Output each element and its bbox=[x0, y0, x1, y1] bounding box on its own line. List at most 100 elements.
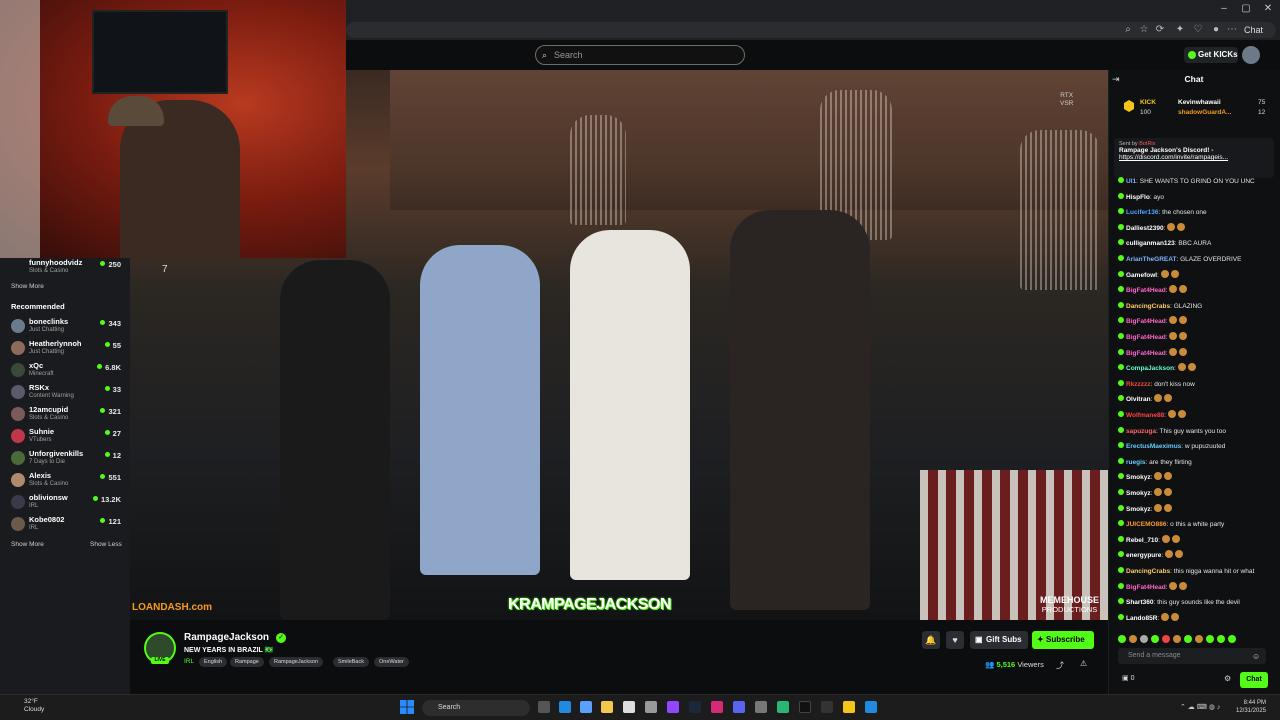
sidebar-item-kobe0802[interactable]: Kobe0802 IRL 121 bbox=[0, 513, 130, 535]
chat-username[interactable]: ruegis bbox=[1126, 459, 1146, 466]
taskbar-search[interactable]: Search bbox=[422, 700, 530, 716]
tag-chip[interactable]: Rampage bbox=[230, 657, 264, 667]
menu-icon[interactable]: ⋯ bbox=[1226, 24, 1238, 36]
close-icon[interactable]: ✕ bbox=[1258, 2, 1278, 16]
chat-username[interactable]: Lucifer136 bbox=[1126, 209, 1159, 216]
gear-icon[interactable]: ⚙ bbox=[1224, 674, 1231, 683]
sidebar-item-12amcupid[interactable]: 12amcupid Slots & Casino 321 bbox=[0, 403, 130, 425]
sidebar-item-unforgivenkills[interactable]: Unforgivenkills 7 Days to Die 12 bbox=[0, 447, 130, 469]
chat-username[interactable]: BigFat4Head bbox=[1126, 584, 1166, 591]
task-view-icon[interactable] bbox=[538, 701, 550, 713]
app-icon[interactable] bbox=[843, 701, 855, 713]
steam-icon[interactable] bbox=[689, 701, 701, 713]
pinned-message[interactable]: Sent by BotRix Rampage Jackson's Discord… bbox=[1114, 138, 1274, 178]
tag-chip[interactable]: OneWater bbox=[374, 657, 409, 667]
maximize-icon[interactable]: ▢ bbox=[1236, 2, 1256, 16]
profile-icon[interactable]: ● bbox=[1210, 24, 1222, 36]
chat-username[interactable]: Rkzzzzz bbox=[1126, 381, 1151, 388]
sidebar-item-following[interactable]: funnyhoodvidz Slots & Casino 250 bbox=[0, 256, 130, 278]
tag-chip[interactable]: RampageJackson bbox=[269, 657, 324, 667]
chat-username[interactable]: Ul1 bbox=[1126, 178, 1136, 185]
emote-icon[interactable] bbox=[1118, 635, 1126, 643]
send-chat-button[interactable]: Chat bbox=[1240, 672, 1268, 688]
emote-bar[interactable] bbox=[1118, 630, 1276, 643]
show-more-link[interactable]: Show More bbox=[11, 283, 44, 290]
show-less-link[interactable]: Show Less bbox=[90, 541, 122, 548]
settings-app-icon[interactable] bbox=[645, 701, 657, 713]
tag-chip[interactable]: SmileBack bbox=[333, 657, 369, 667]
chat-username[interactable]: Smokyz bbox=[1126, 490, 1151, 497]
sidebar-item-heatherlynnoh[interactable]: Heatherlynnoh Just Chatting 55 bbox=[0, 337, 130, 359]
chat-username[interactable]: energypure bbox=[1126, 552, 1161, 559]
chat-username[interactable]: BigFat4Head bbox=[1126, 350, 1166, 357]
emoji-picker-icon[interactable]: ☺ bbox=[1252, 652, 1260, 661]
taskbar-clock[interactable]: 8:44 PM 12/31/2025 bbox=[1236, 699, 1266, 715]
chat-username[interactable]: CompaJackson bbox=[1126, 365, 1174, 372]
copilot-chat-button[interactable]: Chat bbox=[1244, 22, 1278, 38]
chat-username[interactable]: Smokyz bbox=[1126, 474, 1151, 481]
follow-heart-button[interactable]: ♥ bbox=[946, 631, 964, 649]
emote-icon[interactable] bbox=[1140, 635, 1148, 643]
app-icon[interactable] bbox=[821, 701, 833, 713]
emote-icon[interactable] bbox=[1217, 635, 1225, 643]
store-icon[interactable] bbox=[623, 701, 635, 713]
extension-icon[interactable]: ✦ bbox=[1174, 24, 1186, 36]
chat-username[interactable]: DancingCrabs bbox=[1126, 303, 1170, 310]
discord-icon[interactable] bbox=[733, 701, 745, 713]
emote-icon[interactable] bbox=[1206, 635, 1214, 643]
app-icon[interactable] bbox=[777, 701, 789, 713]
user-avatar[interactable] bbox=[1242, 46, 1260, 64]
refresh-icon[interactable]: ⟳ bbox=[1154, 24, 1166, 36]
chat-username[interactable]: Smokyz bbox=[1126, 506, 1151, 513]
address-bar[interactable] bbox=[346, 22, 1276, 38]
share-icon[interactable]: ⤴ bbox=[1056, 660, 1064, 671]
zoom-icon[interactable]: ⌕ bbox=[1122, 24, 1134, 36]
chat-username[interactable]: BigFat4Head bbox=[1126, 334, 1166, 341]
get-kicks-button[interactable]: Get KICKs bbox=[1184, 47, 1238, 63]
chat-username[interactable]: ErectusMaeximus bbox=[1126, 443, 1181, 450]
emote-icon[interactable] bbox=[1228, 635, 1236, 643]
sidebar-item-boneclinks[interactable]: boneclinks Just Chatting 343 bbox=[0, 315, 130, 337]
star-icon[interactable]: ☆ bbox=[1138, 24, 1150, 36]
notification-bell-button[interactable]: 🔔 bbox=[922, 631, 940, 649]
sidebar-item-suhnie[interactable]: Suhnie VTubers 27 bbox=[0, 425, 130, 447]
chat-username[interactable]: ArianTheGREAT bbox=[1126, 256, 1176, 263]
show-more-link[interactable]: Show More bbox=[11, 541, 44, 548]
chat-username[interactable]: Gamefowl bbox=[1126, 272, 1157, 279]
gift-subs-button[interactable]: ▣ Gift Subs bbox=[970, 631, 1028, 649]
sidebar-item-alexis[interactable]: Alexis Slots & Casino 551 bbox=[0, 469, 130, 491]
twitch-app-icon[interactable] bbox=[667, 701, 679, 713]
tiktok-icon[interactable] bbox=[799, 701, 811, 713]
chat-username[interactable]: Wolfmane88 bbox=[1126, 412, 1164, 419]
sidebar-item-rskx[interactable]: RSKx Content Warning 33 bbox=[0, 381, 130, 403]
stream-category[interactable]: IRL bbox=[184, 658, 194, 665]
tray-icons[interactable]: ⌃ ☁ ⌨ ◍ ♪ bbox=[1180, 703, 1220, 711]
chat-username[interactable]: Olvitran bbox=[1126, 396, 1151, 403]
channel-points[interactable]: ▣ 0 bbox=[1122, 674, 1134, 682]
emote-icon[interactable] bbox=[1162, 635, 1170, 643]
copilot-icon[interactable] bbox=[580, 701, 592, 713]
chat-username[interactable]: JUICEMO886 bbox=[1126, 521, 1166, 528]
channel-name[interactable]: RampageJackson bbox=[184, 632, 269, 643]
chat-username[interactable]: culliganman123 bbox=[1126, 240, 1175, 247]
chat-username[interactable]: Shart360 bbox=[1126, 599, 1153, 606]
favorites-icon[interactable]: ♡ bbox=[1192, 24, 1204, 36]
minimize-icon[interactable]: – bbox=[1214, 2, 1234, 16]
sidebar-item-xqc[interactable]: xQc Minecraft 6.8K bbox=[0, 359, 130, 381]
weather-widget[interactable]: 32°F Cloudy bbox=[8, 698, 44, 714]
chat-username[interactable]: BigFat4Head bbox=[1126, 318, 1166, 325]
chat-username[interactable]: Dalliest2390 bbox=[1126, 225, 1164, 232]
emote-icon[interactable] bbox=[1173, 635, 1181, 643]
chat-username[interactable]: sapuzuga bbox=[1126, 428, 1156, 435]
tag-chip[interactable]: English bbox=[199, 657, 228, 667]
emote-icon[interactable] bbox=[1129, 635, 1137, 643]
chat-username[interactable]: BigFat4Head bbox=[1126, 287, 1166, 294]
chat-username[interactable]: HispFlo bbox=[1126, 194, 1150, 201]
chat-input[interactable]: Send a message bbox=[1118, 648, 1266, 664]
emote-icon[interactable] bbox=[1195, 635, 1203, 643]
chat-username[interactable]: Lando85R bbox=[1126, 615, 1157, 622]
chatgpt-icon[interactable] bbox=[755, 701, 767, 713]
report-icon[interactable]: ⚠ bbox=[1080, 659, 1087, 668]
chat-username[interactable]: DancingCrabs bbox=[1126, 568, 1170, 575]
app-icon[interactable] bbox=[865, 701, 877, 713]
